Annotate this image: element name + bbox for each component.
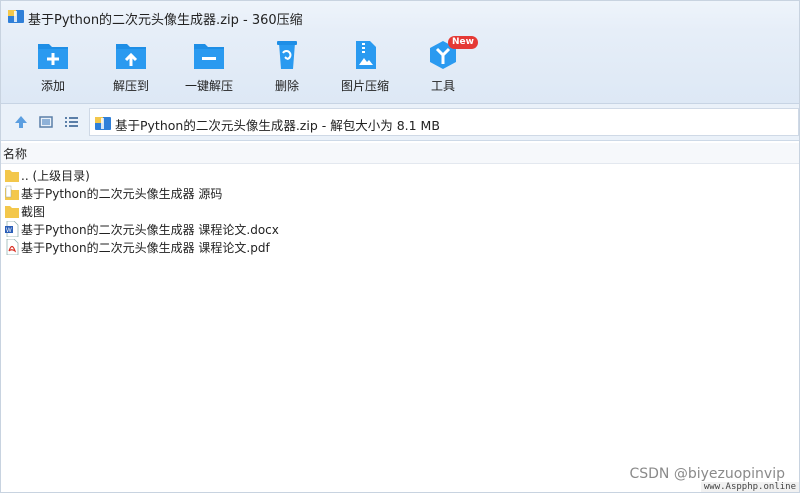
svg-text:W: W	[6, 228, 12, 234]
site-watermark: www.Aspphp.online	[700, 482, 799, 492]
tools-label: 工具	[430, 79, 455, 93]
archive-file-icon	[95, 117, 111, 130]
list-item-name: 截图	[21, 205, 46, 219]
list-item-name: .. (上级目录)	[21, 169, 90, 183]
one-click-extract-icon	[194, 44, 224, 69]
csdn-watermark: CSDN @biyezuopinvip	[629, 466, 785, 482]
folder-icon	[5, 206, 19, 218]
address-path: 基于Python的二次元头像生成器.zip - 解包大小为 8.1 MB	[115, 118, 440, 133]
word-document-icon: W	[5, 221, 19, 237]
address-bar: 基于Python的二次元头像生成器.zip - 解包大小为 8.1 MB	[1, 104, 799, 141]
title-bar: 基于Python的二次元头像生成器.zip - 360压缩	[1, 1, 799, 31]
image-compress-button[interactable]: 图片压缩	[327, 39, 403, 99]
delete-button[interactable]: 删除	[249, 39, 325, 99]
file-list: .. (上级目录) 基于Python的二次元头像生成器 源码 截图 W 基于Py…	[1, 166, 799, 256]
archive-app-icon	[8, 10, 24, 23]
list-item-pdf[interactable]: 基于Python的二次元头像生成器 课程论文.pdf	[1, 238, 799, 256]
one-click-extract-button[interactable]: 一键解压	[171, 39, 247, 99]
list-view-icon[interactable]	[62, 113, 80, 131]
add-folder-icon	[38, 44, 68, 69]
list-item-parent-dir[interactable]: .. (上级目录)	[1, 166, 799, 184]
list-item-name: 基于Python的二次元头像生成器 课程论文.pdf	[21, 241, 270, 255]
pdf-document-icon	[6, 239, 19, 255]
list-item-screenshots-folder[interactable]: 截图	[1, 202, 799, 220]
list-item-docx[interactable]: W 基于Python的二次元头像生成器 课程论文.docx	[1, 220, 799, 238]
list-item-name: 基于Python的二次元头像生成器 课程论文.docx	[21, 223, 279, 237]
one-click-extract-label: 一键解压	[184, 79, 233, 93]
add-label: 添加	[40, 79, 65, 93]
new-badge: New	[448, 36, 478, 49]
app-window: 基于Python的二次元头像生成器.zip - 360压缩 添加 解压到 一键解…	[0, 0, 800, 493]
tools-button[interactable]: New 工具	[405, 36, 481, 99]
folder-doc-icon	[5, 185, 19, 200]
list-item-source-folder[interactable]: 基于Python的二次元头像生成器 源码	[1, 184, 799, 202]
list-header: 名称	[1, 143, 799, 164]
up-arrow-icon[interactable]	[12, 113, 30, 131]
folder-icon	[5, 170, 19, 182]
delete-label: 删除	[274, 79, 299, 93]
extract-to-button[interactable]: 解压到	[93, 39, 169, 99]
extract-to-icon	[116, 44, 146, 69]
delete-icon	[277, 41, 297, 69]
address-field[interactable]: 基于Python的二次元头像生成器.zip - 解包大小为 8.1 MB	[89, 108, 799, 136]
toolbar: 添加 解压到 一键解压 删除 图片压缩 New 工具	[1, 31, 799, 104]
list-item-name: 基于Python的二次元头像生成器 源码	[21, 187, 223, 201]
thumbnail-view-icon[interactable]	[37, 113, 55, 131]
window-title: 基于Python的二次元头像生成器.zip - 360压缩	[28, 13, 303, 28]
column-header-name[interactable]: 名称	[3, 145, 27, 162]
add-button[interactable]: 添加	[15, 39, 91, 99]
extract-to-label: 解压到	[112, 79, 149, 93]
image-compress-label: 图片压缩	[340, 79, 389, 93]
image-compress-icon	[356, 41, 376, 69]
